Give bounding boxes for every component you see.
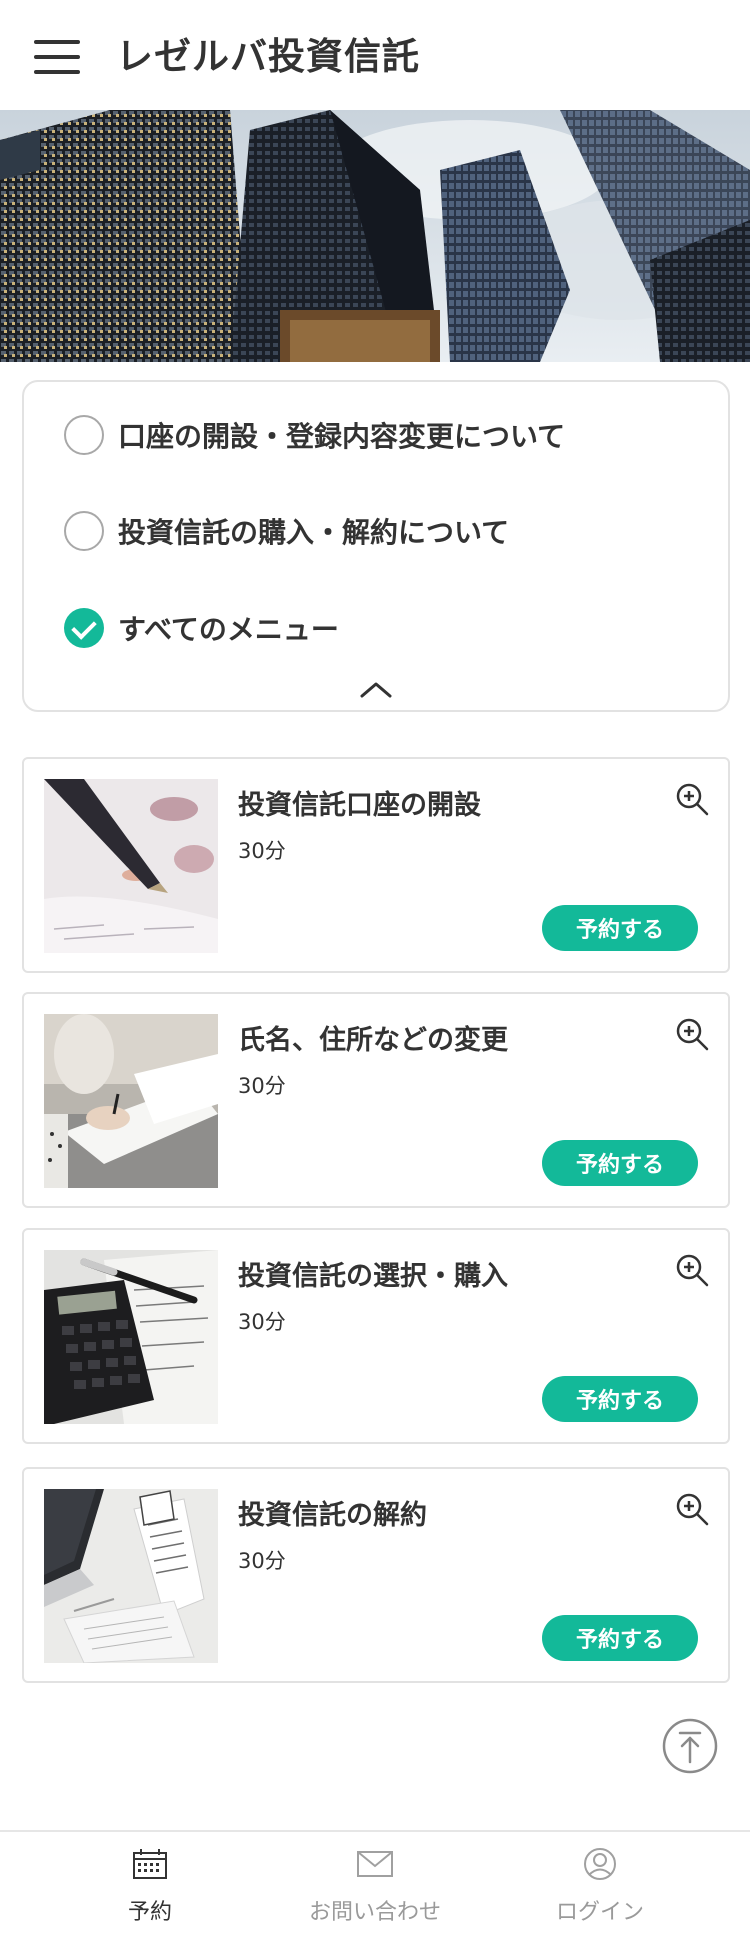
menu-duration: 30分: [238, 839, 286, 863]
nav-item-contact[interactable]: お問い合わせ: [250, 1832, 500, 1940]
menu-title: 投資信託の解約: [238, 1500, 427, 1531]
hamburger-menu-icon[interactable]: [34, 40, 80, 74]
calculator-thumbnail: [44, 1250, 218, 1424]
reserve-button[interactable]: 予約する: [542, 1615, 698, 1661]
menu-duration: 30分: [238, 1074, 286, 1098]
chevron-up-icon[interactable]: [358, 678, 394, 702]
menu-card: 投資信託の選択・購入 30分 予約する: [22, 1228, 730, 1444]
radio-unchecked-icon: [64, 415, 104, 455]
category-option-all[interactable]: すべてのメニュー: [64, 606, 339, 650]
menu-card: 投資信託口座の開設 30分 予約する: [22, 757, 730, 973]
site-title: レゼルバ投資信託: [116, 35, 420, 78]
nav-item-reservation[interactable]: 予約: [25, 1832, 275, 1940]
zoom-in-icon[interactable]: [674, 1491, 710, 1527]
calendar-icon: [133, 1849, 167, 1879]
nav-label: お問い合わせ: [308, 1900, 441, 1925]
zoom-in-icon[interactable]: [674, 781, 710, 817]
menu-duration: 30分: [238, 1310, 286, 1334]
checkmark-icon: [64, 608, 104, 648]
app-header: レゼルバ投資信託: [0, 0, 750, 110]
hero-skyscrapers-image: [0, 110, 750, 362]
category-label: すべてのメニュー: [118, 613, 339, 646]
menu-title: 氏名、住所などの変更: [238, 1025, 508, 1056]
menu-title: 投資信託口座の開設: [238, 790, 481, 821]
menu-title: 投資信託の選択・購入: [238, 1261, 508, 1292]
signing-documents-thumbnail: [44, 1014, 218, 1188]
category-option-purchase[interactable]: 投資信託の購入・解約について: [64, 509, 509, 553]
reserve-button[interactable]: 予約する: [542, 1376, 698, 1422]
scroll-to-top-icon[interactable]: [662, 1718, 718, 1774]
category-label: 投資信託の購入・解約について: [118, 516, 510, 549]
menu-card: 氏名、住所などの変更 30分 予約する: [22, 992, 730, 1208]
zoom-in-icon[interactable]: [674, 1016, 710, 1052]
category-option-account[interactable]: 口座の開設・登録内容変更について: [64, 413, 565, 457]
nav-item-login[interactable]: ログイン: [475, 1832, 725, 1940]
nav-label: 予約: [127, 1900, 172, 1925]
category-label: 口座の開設・登録内容変更について: [118, 420, 566, 453]
radio-unchecked-icon: [64, 511, 104, 551]
category-filter-panel: 口座の開設・登録内容変更について 投資信託の購入・解約について すべてのメニュー: [22, 380, 730, 712]
menu-card: 投資信託の解約 30分 予約する: [22, 1467, 730, 1683]
user-icon: [584, 1848, 616, 1880]
laptop-receipts-thumbnail: [44, 1489, 218, 1663]
fountain-pen-thumbnail: [44, 779, 218, 953]
reserve-button[interactable]: 予約する: [542, 1140, 698, 1186]
mail-icon: [357, 1851, 393, 1877]
nav-label: ログイン: [555, 1900, 644, 1925]
zoom-in-icon[interactable]: [674, 1252, 710, 1288]
menu-duration: 30分: [238, 1549, 286, 1573]
bottom-navigation: 予約 お問い合わせ ログイン: [0, 1830, 750, 1940]
reserve-button[interactable]: 予約する: [542, 905, 698, 951]
